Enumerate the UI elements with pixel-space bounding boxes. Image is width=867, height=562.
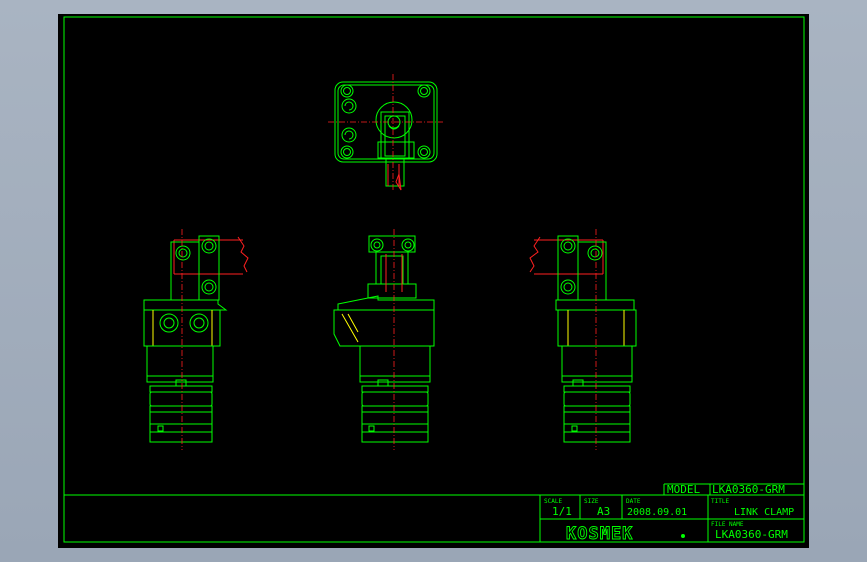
- scale-label: SCALE: [544, 498, 562, 505]
- cylinder-lower: [149, 411, 213, 443]
- cylinder-body: [146, 345, 214, 383]
- left-side-view: [143, 229, 249, 450]
- kosmek-logo: KOSMEK: [566, 524, 633, 544]
- cylinder-lower: [563, 411, 631, 443]
- port-icon: [341, 98, 357, 114]
- flange: [143, 299, 228, 311]
- flange: [555, 299, 635, 311]
- mount-hole-icon: [417, 145, 431, 159]
- model-label: MODEL: [667, 483, 700, 496]
- cylinder-body: [561, 345, 633, 383]
- clamp-arm-head: [368, 235, 416, 253]
- date-value: 2008.09.01: [627, 507, 687, 518]
- size-label: SIZE: [584, 498, 599, 505]
- logo-dot-icon: [681, 534, 685, 538]
- filename-label: FILE NAME: [711, 521, 744, 528]
- company-logo: KOSMEK: [566, 524, 685, 544]
- lever-link: [170, 241, 200, 301]
- mount-hole-icon: [417, 84, 431, 98]
- title-value: LINK CLAMP: [734, 507, 794, 518]
- port-icon: [341, 127, 357, 143]
- mount-hole-icon: [340, 84, 354, 98]
- cylinder-lower: [361, 411, 429, 443]
- title-label: TITLE: [711, 498, 729, 505]
- mount-hole-icon: [340, 145, 354, 159]
- scale-value: 1/1: [552, 505, 572, 518]
- front-view: [333, 229, 435, 450]
- date-label: DATE: [626, 498, 641, 505]
- top-view: [328, 74, 443, 192]
- size-value: A3: [597, 505, 610, 518]
- right-side-view: [529, 229, 637, 450]
- filename-value: LKA0360-GRM: [715, 528, 788, 541]
- drawing-sheet: MODEL LKA0360-GRM SCALE 1/1 SIZE A3 DATE…: [58, 14, 809, 548]
- drawing-canvas: MODEL LKA0360-GRM SCALE 1/1 SIZE A3 DATE…: [63, 16, 805, 544]
- cylinder-body: [359, 345, 431, 383]
- model-value: LKA0360-GRM: [712, 483, 785, 496]
